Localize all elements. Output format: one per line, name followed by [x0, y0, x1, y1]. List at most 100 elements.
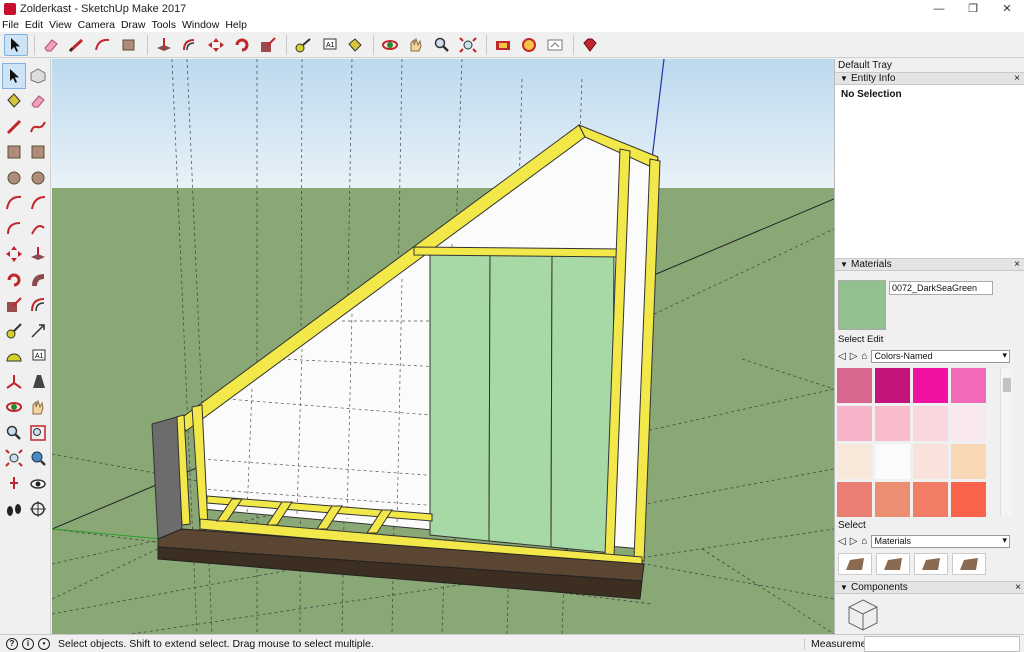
color-swatch[interactable]	[837, 482, 872, 517]
color-swatch[interactable]	[875, 444, 910, 479]
material-thumbnail[interactable]	[952, 553, 986, 575]
material-thumbnail[interactable]	[914, 553, 948, 575]
circle-icon[interactable]	[2, 165, 26, 191]
pan-hand-icon[interactable]	[404, 34, 428, 56]
three-point-arc-icon[interactable]	[26, 216, 50, 242]
menu-camera[interactable]: Camera	[78, 19, 115, 31]
color-swatch[interactable]	[951, 406, 986, 441]
walk-icon[interactable]	[2, 497, 26, 523]
pan-hand-icon[interactable]	[26, 395, 50, 421]
scale-icon[interactable]	[2, 293, 26, 319]
color-swatch[interactable]	[951, 368, 986, 403]
geo-location-icon[interactable]: ?	[6, 637, 18, 650]
polygon-icon[interactable]	[26, 165, 50, 191]
entity-info-header[interactable]: ▼ Entity Info ×	[835, 72, 1024, 85]
previous-view-icon[interactable]	[26, 446, 50, 472]
material-thumbnail[interactable]	[838, 553, 872, 575]
color-swatch[interactable]	[913, 368, 948, 403]
pie-icon[interactable]	[26, 191, 50, 217]
paint-bucket-icon[interactable]	[343, 34, 367, 56]
push-pull-icon[interactable]	[152, 34, 176, 56]
zoom-window-icon[interactable]	[26, 420, 50, 446]
rotate-icon[interactable]	[2, 267, 26, 293]
material-thumbnail[interactable]	[876, 553, 910, 575]
eraser-icon[interactable]	[26, 89, 50, 115]
dimension-icon[interactable]	[26, 318, 50, 344]
move-icon[interactable]	[204, 34, 228, 56]
text-icon[interactable]: A1	[26, 344, 50, 370]
ruby-icon[interactable]	[578, 34, 602, 56]
rotated-rectangle-icon[interactable]	[26, 140, 50, 166]
menu-view[interactable]: View	[49, 19, 72, 31]
offset-icon[interactable]	[26, 293, 50, 319]
measurements-input[interactable]	[864, 635, 1020, 652]
protractor-icon[interactable]	[2, 344, 26, 370]
color-swatch[interactable]	[837, 444, 872, 479]
menu-draw[interactable]: Draw	[121, 19, 146, 31]
rectangle-icon[interactable]	[2, 140, 26, 166]
make-component-icon[interactable]	[26, 63, 50, 89]
push-pull-icon[interactable]	[26, 242, 50, 268]
menu-edit[interactable]: Edit	[25, 19, 43, 31]
3d-text-icon[interactable]	[26, 369, 50, 395]
follow-me-icon[interactable]	[26, 267, 50, 293]
warehouse-icon[interactable]	[491, 34, 515, 56]
color-swatch[interactable]	[951, 444, 986, 479]
rectangle-icon[interactable]	[117, 34, 141, 56]
pencil-line-icon[interactable]	[65, 34, 89, 56]
model-viewport[interactable]	[52, 59, 834, 634]
back-arrow-icon[interactable]: ◁	[838, 351, 846, 362]
text-icon[interactable]: A1	[317, 34, 341, 56]
offset-icon[interactable]	[178, 34, 202, 56]
home-icon[interactable]: ⌂	[861, 351, 867, 362]
look-around-icon[interactable]	[26, 471, 50, 497]
rotate-icon[interactable]	[230, 34, 254, 56]
library-dropdown[interactable]: Colors-Named	[871, 349, 1010, 363]
materials-tabs[interactable]: Select Edit	[838, 334, 883, 345]
color-swatch[interactable]	[913, 482, 948, 517]
move-icon[interactable]	[2, 242, 26, 268]
color-swatch[interactable]	[913, 406, 948, 441]
info-icon[interactable]: i	[22, 637, 34, 650]
secondary-library-dropdown[interactable]: Materials	[871, 534, 1010, 548]
menu-file[interactable]: File	[2, 19, 19, 31]
minimize-button[interactable]: —	[922, 0, 956, 18]
color-swatch[interactable]	[875, 482, 910, 517]
zoom-icon[interactable]	[2, 420, 26, 446]
color-swatch[interactable]	[951, 482, 986, 517]
close-button[interactable]: ✕	[990, 0, 1024, 18]
home-icon[interactable]: ⌂	[861, 536, 867, 547]
orbit-icon[interactable]	[2, 395, 26, 421]
close-icon[interactable]: ×	[1014, 73, 1020, 84]
arc-icon[interactable]	[91, 34, 115, 56]
color-swatch[interactable]	[913, 444, 948, 479]
components-header[interactable]: ▼ Components ×	[835, 581, 1024, 594]
menu-window[interactable]: Window	[182, 19, 219, 31]
color-swatch[interactable]	[875, 406, 910, 441]
forward-arrow-icon[interactable]: ▷	[850, 536, 858, 547]
extension-icon[interactable]	[517, 34, 541, 56]
share-model-icon[interactable]	[543, 34, 567, 56]
position-camera-icon[interactable]	[2, 471, 26, 497]
axes-icon[interactable]	[2, 369, 26, 395]
freehand-icon[interactable]	[26, 114, 50, 140]
color-swatch[interactable]	[837, 406, 872, 441]
arc-icon[interactable]	[2, 191, 26, 217]
menu-tools[interactable]: Tools	[151, 19, 176, 31]
user-icon[interactable]: •	[38, 637, 50, 650]
close-icon[interactable]: ×	[1014, 259, 1020, 270]
two-point-arc-icon[interactable]	[2, 216, 26, 242]
pencil-line-icon[interactable]	[2, 114, 26, 140]
tape-measure-icon[interactable]	[291, 34, 315, 56]
eraser-icon[interactable]	[39, 34, 63, 56]
select-arrow-icon[interactable]	[4, 33, 28, 56]
restore-button[interactable]: ❐	[956, 0, 990, 18]
material-name-field[interactable]: 0072_DarkSeaGreen	[889, 281, 993, 295]
scale-icon[interactable]	[256, 34, 280, 56]
section-plane-icon[interactable]	[26, 497, 50, 523]
forward-arrow-icon[interactable]: ▷	[850, 351, 858, 362]
close-icon[interactable]: ×	[1015, 582, 1021, 593]
swatch-scrollbar[interactable]	[1000, 368, 1012, 516]
tape-measure-icon[interactable]	[2, 318, 26, 344]
zoom-extents-icon[interactable]	[456, 34, 480, 56]
